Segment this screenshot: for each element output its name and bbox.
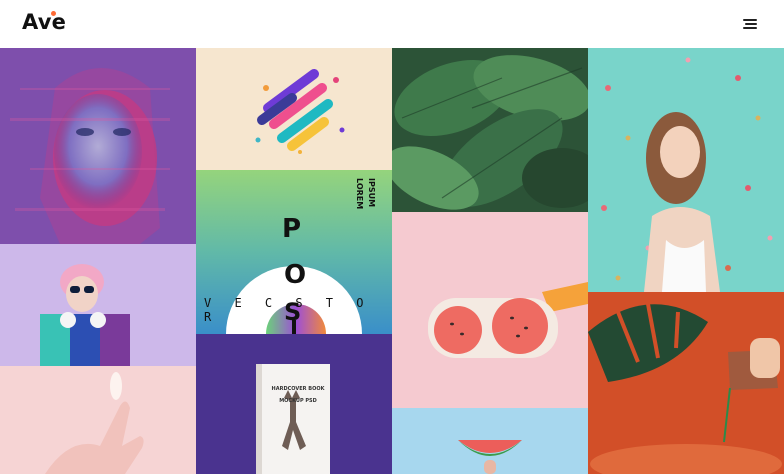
portfolio-item-watermelon-glasses[interactable]	[392, 212, 588, 408]
book-title-line1: HARDCOVER BOOK	[271, 386, 325, 392]
portfolio-item-hand-pink[interactable]	[0, 366, 196, 474]
portfolio-item-monstera-pour[interactable]	[588, 292, 784, 474]
portfolio-item-vector-poster[interactable]: P O S V E C S T O R LOREM IPSUM	[196, 170, 392, 334]
hamburger-menu-icon[interactable]	[737, 14, 761, 34]
book-title-line2: MOCKUP PSD	[279, 398, 317, 404]
glitch-portrait-image	[0, 48, 196, 244]
poster-lorem-line2: IPSUM	[367, 178, 376, 208]
logo-accent-dot	[51, 11, 56, 16]
site-logo[interactable]: Ave	[22, 10, 66, 34]
poster-letter-p: P	[282, 214, 302, 244]
watermelon-sky-image	[392, 408, 588, 474]
portfolio-item-headphones-girl[interactable]	[0, 244, 196, 366]
headphones-girl-image	[0, 244, 196, 366]
tropical-leaves-image	[392, 48, 588, 212]
book-mockup-image	[196, 334, 392, 474]
hand-pink-image	[0, 366, 196, 474]
portfolio-item-watermelon-sky[interactable]	[392, 408, 588, 474]
portfolio-item-glitch-portrait[interactable]	[0, 48, 196, 244]
watermelon-glasses-image	[392, 212, 588, 408]
portfolio-grid: P O S V E C S T O R LOREM IPSUM HARDCOVE…	[0, 48, 784, 474]
poster-vector-word: V E C S T O R	[204, 296, 372, 324]
abstract-shapes-image	[196, 48, 392, 170]
portfolio-item-tropical-leaves[interactable]	[392, 48, 588, 212]
poster-lorem-line1: LOREM	[355, 178, 364, 210]
portfolio-item-book-mockup[interactable]: HARDCOVER BOOK MOCKUP PSD	[196, 334, 392, 474]
poster-letter-o: O	[284, 260, 307, 290]
portfolio-item-abstract-shapes[interactable]	[196, 48, 392, 170]
site-header: Ave	[0, 0, 784, 49]
confetti-portrait-image	[588, 48, 784, 292]
monstera-pour-image	[588, 292, 784, 474]
portfolio-item-confetti-portrait[interactable]	[588, 48, 784, 292]
